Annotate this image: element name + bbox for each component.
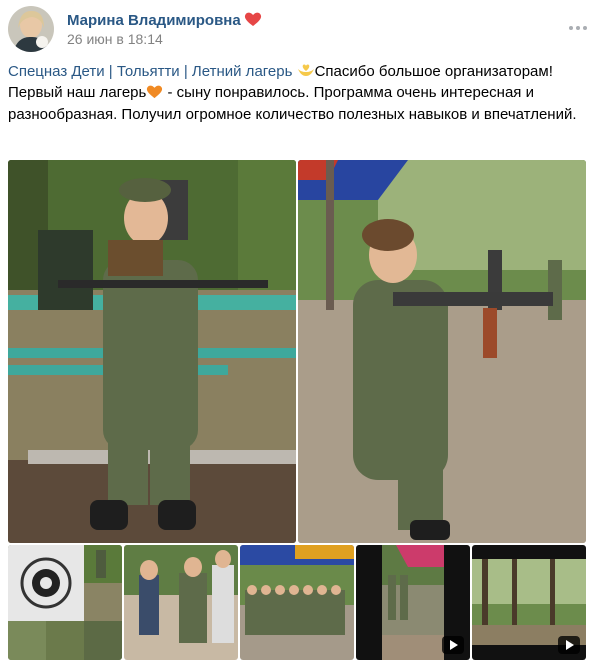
photo-2[interactable] (298, 160, 586, 543)
hashtags-link[interactable]: Спецназ Дети | Тольятти | Летний лагерь (8, 63, 292, 80)
hands-heart-icon (297, 64, 314, 76)
photo-1[interactable] (8, 160, 296, 543)
post-header: Марина Владимировна 26 июн в 18:14 (8, 4, 590, 54)
photo-4[interactable] (124, 545, 238, 660)
post-date[interactable]: 26 июн в 18:14 (67, 31, 163, 47)
video-2[interactable] (472, 545, 586, 660)
post-text: Спецназ Дети | Тольятти | Летний лагерь … (8, 61, 590, 125)
video-1[interactable] (356, 545, 470, 660)
play-icon[interactable] (442, 636, 464, 654)
author-name[interactable]: Марина Владимировна (67, 11, 262, 29)
photo-3[interactable] (8, 545, 122, 660)
photo-5[interactable] (240, 545, 354, 660)
avatar[interactable] (8, 6, 54, 52)
orange-heart-icon (147, 85, 163, 99)
play-icon[interactable] (558, 636, 580, 654)
heart-icon (244, 12, 261, 26)
more-icon[interactable] (568, 20, 588, 30)
